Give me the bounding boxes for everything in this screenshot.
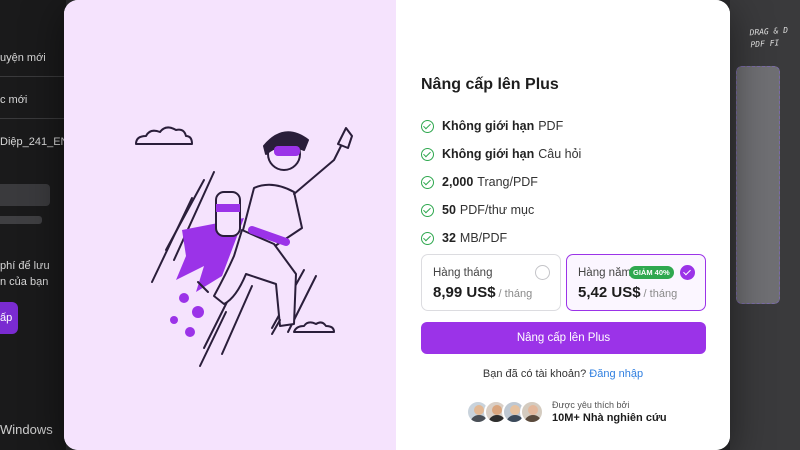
modal-illustration-panel <box>64 0 396 450</box>
sidebar-promo-text-line1: phí để lưu <box>0 260 50 272</box>
background-sidebar: uyện mới c mới Diệp_241_EN... phí để lưu… <box>0 0 78 450</box>
check-circle-icon <box>421 203 434 217</box>
plan-period: / tháng <box>643 288 678 300</box>
upgrade-button[interactable]: Nâng cấp lên Plus <box>421 322 706 354</box>
avatar-group <box>466 400 548 426</box>
plan-price: 8,99 US$ / tháng <box>433 284 532 301</box>
feature-text: PDF/thư mục <box>459 203 535 217</box>
plan-price: 5,42 US$ / tháng <box>578 284 677 301</box>
social-proof-caption: Được yêu thích bởi <box>552 400 630 410</box>
feature-text: Câu hỏi <box>538 147 582 161</box>
upgrade-modal: Nâng cấp lên Plus Không giới hạn PDF Khô… <box>64 0 730 450</box>
feature-text: MB/PDF <box>459 231 508 245</box>
login-link[interactable]: Đăng nhập <box>589 368 643 380</box>
sidebar-divider <box>0 118 66 119</box>
modal-content-panel: Nâng cấp lên Plus Không giới hạn PDF Khô… <box>396 0 730 450</box>
radio-unselected-icon[interactable] <box>535 265 550 280</box>
sidebar-placeholder-bar <box>0 216 42 224</box>
feature-bold: Không giới hạn <box>442 119 535 133</box>
background-main-area: DRAG & D PDF FI <box>730 0 800 450</box>
plan-price-value: 8,99 US$ <box>433 284 496 301</box>
feature-bold: 2,000 <box>442 175 474 189</box>
feature-text: Trang/PDF <box>477 175 538 189</box>
plan-option-annual[interactable]: Hàng năm GIẢM 40% 5,42 US$ / tháng <box>566 254 706 311</box>
discount-badge: GIẢM 40% <box>629 266 674 279</box>
modal-title: Nâng cấp lên Plus <box>421 76 559 93</box>
feature-bold: Không giới hạn <box>442 147 535 161</box>
check-circle-icon <box>421 119 434 133</box>
social-proof-count: 10M+ Nhà nghiên cứu <box>552 412 667 424</box>
sidebar-promo-text-line2: n của bạn <box>0 276 49 288</box>
sidebar-divider <box>0 76 66 77</box>
plan-name: Hàng năm <box>578 267 632 279</box>
flying-person-illustration <box>135 126 353 367</box>
login-prompt-text: Bạn đã có tài khoản? <box>482 368 587 380</box>
radio-selected-check-icon[interactable] <box>680 265 695 280</box>
feature-list: Không giới hạn PDF Không giới hạn Câu hỏ… <box>421 112 581 252</box>
check-circle-icon <box>421 231 434 245</box>
sidebar-placeholder-block <box>0 184 50 206</box>
feature-item: 50 PDF/thư mục <box>421 196 581 224</box>
login-prompt: Bạn đã có tài khoản? Đăng nhập <box>396 368 730 380</box>
sidebar-item-new-chat[interactable]: uyện mới <box>0 52 46 64</box>
feature-item: Không giới hạn Câu hỏi <box>421 140 581 168</box>
feature-item: 32 MB/PDF <box>421 224 581 252</box>
plan-price-value: 5,42 US$ <box>578 284 641 301</box>
pdf-dropzone[interactable] <box>736 66 780 304</box>
feature-bold: 32 <box>442 231 456 245</box>
plan-period: / tháng <box>498 288 533 300</box>
check-circle-icon <box>421 175 434 189</box>
sidebar-upgrade-button[interactable]: ấp <box>0 302 18 334</box>
feature-item: Không giới hạn PDF <box>421 112 581 140</box>
dropzone-hint: DRAG & D PDF FI <box>749 25 789 52</box>
plan-name: Hàng tháng <box>433 267 493 279</box>
sidebar-item-new-folder[interactable]: c mới <box>0 94 27 106</box>
avatar <box>520 400 544 424</box>
check-circle-icon <box>421 147 434 161</box>
feature-bold: 50 <box>442 203 456 217</box>
feature-text: PDF <box>538 119 564 133</box>
feature-item: 2,000 Trang/PDF <box>421 168 581 196</box>
sidebar-windows-label[interactable]: Windows <box>0 422 53 437</box>
dropzone-hint-line2: PDF FI <box>750 38 780 50</box>
plan-option-monthly[interactable]: Hàng tháng 8,99 US$ / tháng <box>421 254 561 311</box>
